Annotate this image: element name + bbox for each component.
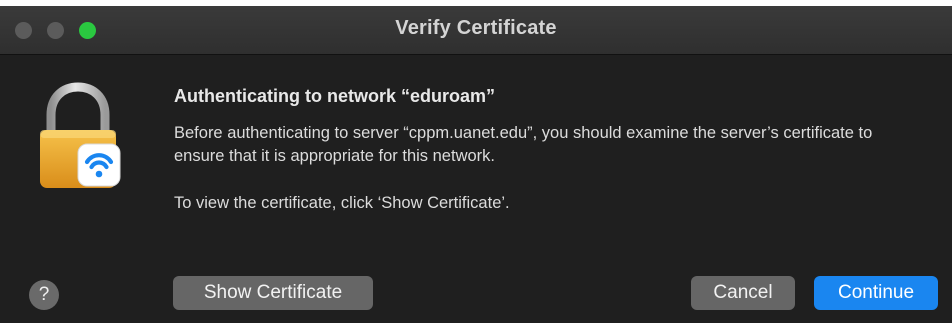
cancel-button[interactable]: Cancel	[691, 276, 795, 310]
dialog-window: Verify Certificate Authenticating to net…	[0, 6, 952, 323]
dialog-message: Before authenticating to server “cppm.ua…	[174, 124, 873, 165]
dialog-heading: Authenticating to network “eduroam”	[174, 86, 496, 106]
lock-wifi-icon	[40, 82, 121, 188]
title-bar: Verify Certificate	[0, 6, 952, 55]
dialog-instruction: To view the certificate, click ‘Show Cer…	[174, 194, 510, 212]
show-certificate-button[interactable]: Show Certificate	[173, 276, 373, 310]
help-button[interactable]: ?	[29, 280, 59, 310]
window-title: Verify Certificate	[395, 17, 557, 39]
continue-button[interactable]: Continue	[814, 276, 938, 310]
